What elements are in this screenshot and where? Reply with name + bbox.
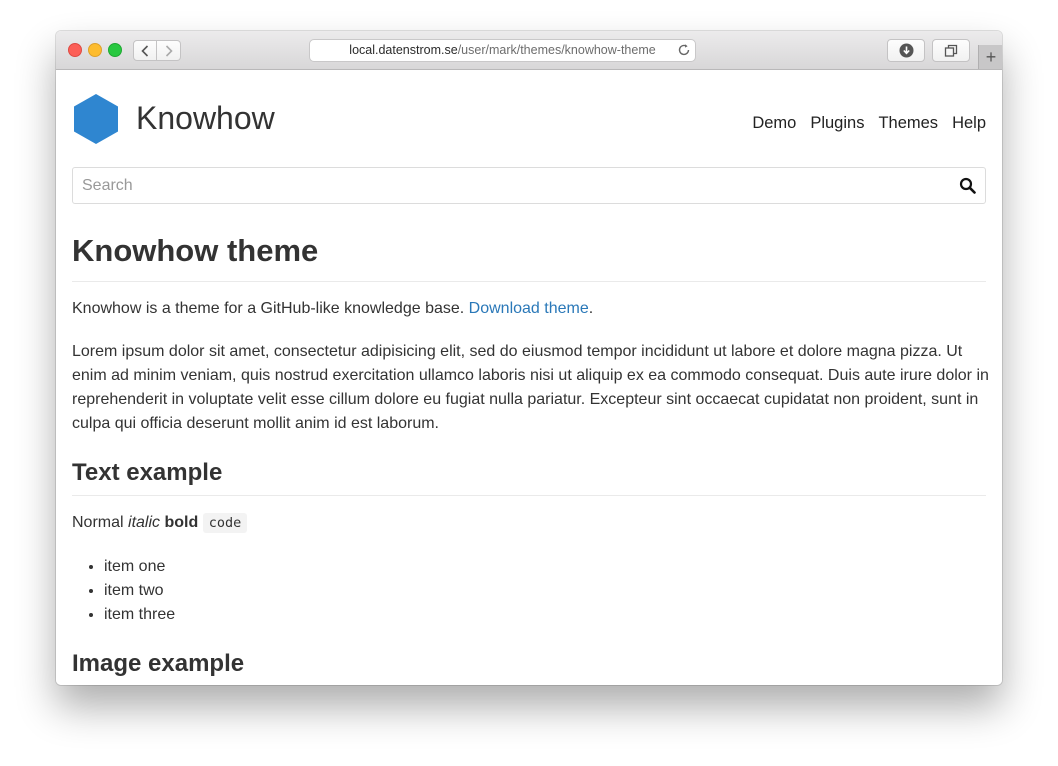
- chevron-right-icon: [165, 44, 173, 57]
- lorem-paragraph: Lorem ipsum dolor sit amet, consectetur …: [72, 343, 989, 432]
- nav-item-plugins[interactable]: Plugins: [810, 114, 864, 133]
- downloads-button[interactable]: [887, 39, 925, 62]
- reload-button[interactable]: [677, 43, 691, 64]
- list-item: item one: [104, 555, 175, 579]
- search-input[interactable]: [73, 168, 961, 203]
- hexagon-logo-icon[interactable]: [72, 93, 120, 145]
- plus-icon: +: [985, 46, 997, 67]
- search-icon[interactable]: [959, 177, 976, 194]
- tabs-overview-icon: [944, 44, 958, 57]
- nav-item-demo[interactable]: Demo: [752, 114, 796, 133]
- intro-paragraph: Knowhow is a theme for a GitHub-like kno…: [72, 300, 593, 318]
- title-divider: [72, 281, 986, 282]
- list-item: item two: [104, 579, 175, 603]
- intro-text: Knowhow is a theme for a GitHub-like kno…: [72, 300, 469, 317]
- back-button[interactable]: [133, 40, 157, 61]
- list-item: item three: [104, 603, 175, 627]
- italic-text: italic: [128, 514, 161, 531]
- nav-item-help[interactable]: Help: [952, 114, 986, 133]
- image-example-heading: Image example: [72, 650, 245, 677]
- page-title: Knowhow theme: [72, 233, 319, 268]
- example-list: item one item two item three: [72, 555, 175, 627]
- reload-icon: [678, 44, 690, 56]
- show-tabs-button[interactable]: [932, 39, 970, 62]
- url-domain: local.datenstrom.se: [349, 43, 458, 57]
- browser-window: local.datenstrom.se/user/mark/themes/kno…: [56, 31, 1002, 685]
- url-path: /user/mark/themes/knowhow-theme: [457, 43, 656, 57]
- chevron-left-icon: [141, 44, 149, 57]
- main-navigation: Demo Plugins Themes Help: [752, 114, 986, 133]
- nav-item-themes[interactable]: Themes: [878, 114, 938, 133]
- intro-period: .: [588, 300, 594, 317]
- code-text: code: [202, 513, 248, 533]
- close-window-button[interactable]: [68, 43, 82, 57]
- site-name[interactable]: Knowhow: [136, 100, 275, 137]
- forward-button[interactable]: [157, 40, 181, 61]
- text-example-heading: Text example: [72, 459, 223, 486]
- browser-toolbar: local.datenstrom.se/user/mark/themes/kno…: [56, 31, 1002, 70]
- download-icon: [899, 43, 913, 58]
- zoom-window-button[interactable]: [108, 43, 122, 57]
- address-bar[interactable]: local.datenstrom.se/user/mark/themes/kno…: [309, 39, 696, 62]
- text-example-divider: [72, 495, 986, 496]
- search-box: [72, 167, 986, 204]
- download-theme-link[interactable]: Download theme: [469, 300, 589, 317]
- normal-text: Normal: [72, 514, 129, 531]
- new-tab-button[interactable]: +: [978, 45, 1002, 69]
- page-content: Knowhow Demo Plugins Themes Help Knowhow…: [56, 70, 1002, 685]
- text-formatting-example: Normal italic bold code: [72, 513, 248, 533]
- minimize-window-button[interactable]: [88, 43, 102, 57]
- bold-text: bold: [164, 514, 199, 531]
